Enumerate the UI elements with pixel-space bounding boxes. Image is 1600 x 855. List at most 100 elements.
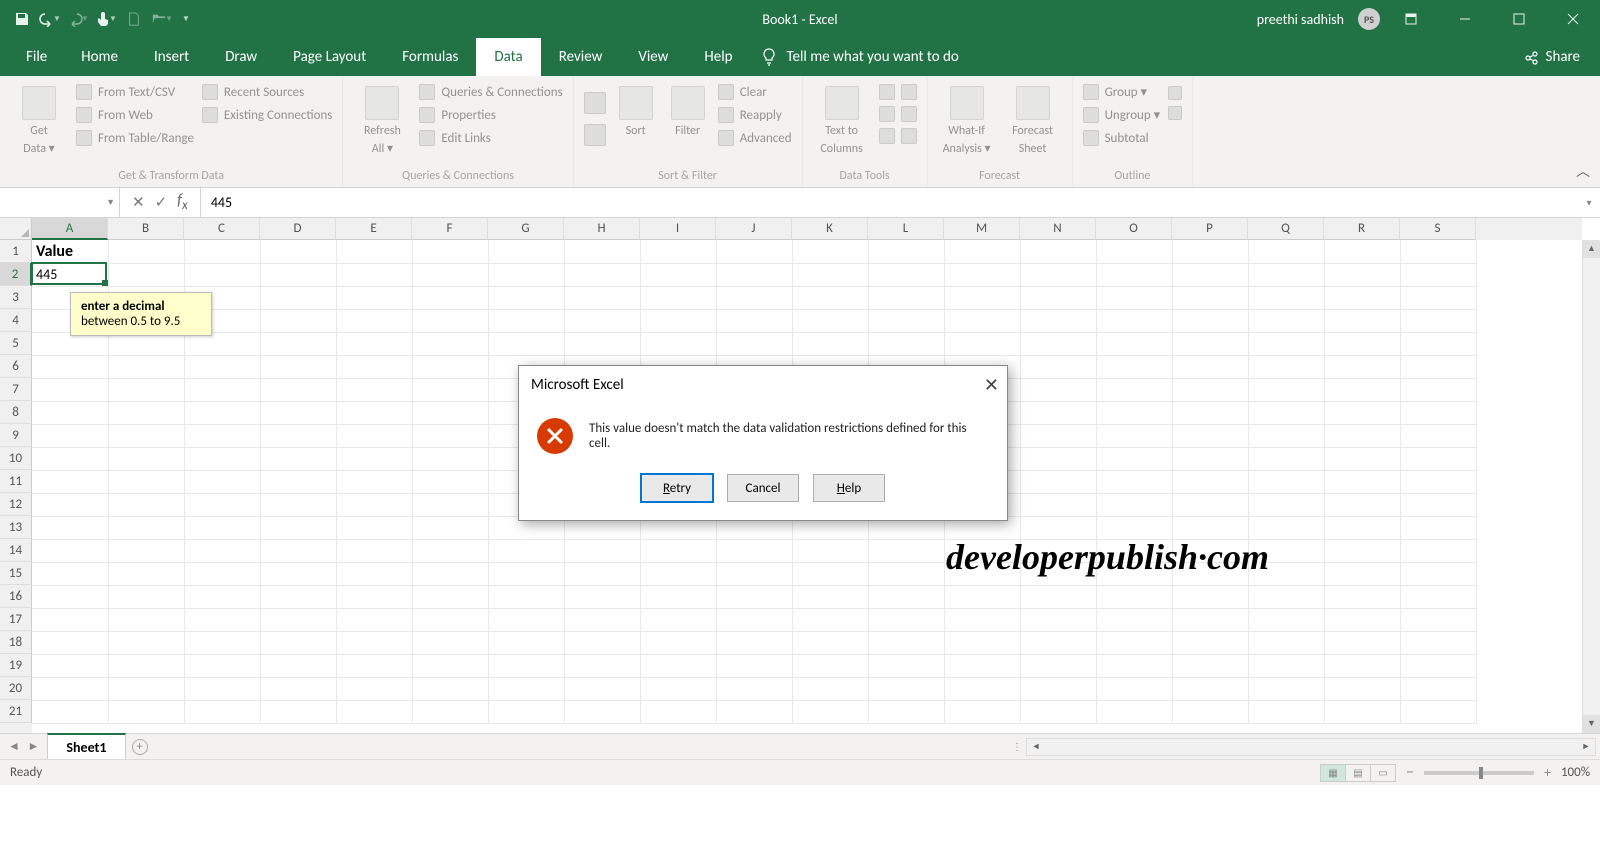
ungroup-button[interactable]: Ungroup ▾ bbox=[1083, 105, 1161, 125]
column-header[interactable]: M bbox=[944, 218, 1020, 240]
tab-data[interactable]: Data bbox=[476, 38, 540, 76]
text-to-columns-button[interactable]: Text toColumns bbox=[813, 82, 871, 157]
refresh-all-button[interactable]: RefreshAll ▾ bbox=[353, 82, 411, 157]
row-header[interactable]: 3 bbox=[0, 286, 32, 309]
tab-page-layout[interactable]: Page Layout bbox=[275, 38, 384, 76]
chevron-down-icon[interactable]: ▼ bbox=[106, 197, 115, 208]
row-header[interactable]: 1 bbox=[0, 240, 32, 263]
new-sheet-button[interactable]: + bbox=[126, 734, 154, 759]
qat-customize-icon[interactable]: ▼ bbox=[182, 14, 190, 24]
vertical-scrollbar[interactable]: ▲ ▼ bbox=[1582, 240, 1600, 733]
row-header[interactable]: 6 bbox=[0, 355, 32, 378]
clear-button[interactable]: Clear bbox=[718, 82, 792, 102]
tab-review[interactable]: Review bbox=[541, 38, 621, 76]
zoom-out-icon[interactable]: − bbox=[1406, 763, 1414, 782]
data-model-icon[interactable] bbox=[901, 128, 917, 144]
row-header[interactable]: 11 bbox=[0, 470, 32, 493]
flash-fill-icon[interactable] bbox=[879, 84, 895, 100]
sort-button[interactable]: Sort bbox=[614, 82, 658, 138]
group-button[interactable]: Group ▾ bbox=[1083, 82, 1161, 102]
redo-icon[interactable]: ▼ bbox=[66, 7, 90, 31]
column-header[interactable]: H bbox=[564, 218, 640, 240]
consolidate-icon[interactable] bbox=[901, 84, 917, 100]
scroll-right-icon[interactable]: ► bbox=[1577, 741, 1595, 752]
tab-view[interactable]: View bbox=[620, 38, 686, 76]
column-header[interactable]: F bbox=[412, 218, 488, 240]
zoom-level[interactable]: 100% bbox=[1561, 765, 1590, 780]
column-header[interactable]: I bbox=[640, 218, 716, 240]
row-header[interactable]: 7 bbox=[0, 378, 32, 401]
get-data-button[interactable]: GetData ▾ bbox=[10, 82, 68, 157]
user-name[interactable]: preethi sadhish bbox=[1257, 11, 1350, 28]
column-header[interactable]: E bbox=[336, 218, 412, 240]
recent-sources-button[interactable]: Recent Sources bbox=[202, 82, 332, 102]
retry-button[interactable]: Retry bbox=[641, 474, 713, 502]
tab-file[interactable]: File bbox=[10, 38, 63, 76]
sort-asc-icon[interactable] bbox=[584, 92, 606, 114]
queries-connections-button[interactable]: Queries & Connections bbox=[419, 82, 562, 102]
column-header[interactable]: N bbox=[1020, 218, 1096, 240]
name-box[interactable]: ▼ bbox=[0, 188, 120, 217]
dialog-close-icon[interactable]: ✕ bbox=[984, 374, 999, 396]
filter-button[interactable]: Filter bbox=[666, 82, 710, 138]
tab-draw[interactable]: Draw bbox=[207, 38, 275, 76]
row-header[interactable]: 20 bbox=[0, 677, 32, 700]
row-header[interactable]: 14 bbox=[0, 539, 32, 562]
show-detail-icon[interactable] bbox=[1168, 86, 1182, 100]
row-header[interactable]: 17 bbox=[0, 608, 32, 631]
save-icon[interactable] bbox=[10, 7, 34, 31]
whatif-button[interactable]: What-IfAnalysis ▾ bbox=[938, 82, 996, 157]
column-header[interactable]: S bbox=[1400, 218, 1476, 240]
expand-formula-icon[interactable]: ▾ bbox=[1578, 188, 1600, 217]
column-header[interactable]: P bbox=[1172, 218, 1248, 240]
column-header[interactable]: A bbox=[32, 218, 108, 240]
column-header[interactable]: D bbox=[260, 218, 336, 240]
column-header[interactable]: C bbox=[184, 218, 260, 240]
zoom-slider[interactable] bbox=[1424, 771, 1534, 775]
data-validation-icon[interactable] bbox=[879, 128, 895, 144]
column-header[interactable]: L bbox=[868, 218, 944, 240]
row-header[interactable]: 2 bbox=[0, 263, 32, 286]
tell-me-search[interactable]: Tell me what you want to do bbox=[761, 38, 959, 76]
undo-icon[interactable]: ▼ bbox=[38, 7, 62, 31]
scroll-down-icon[interactable]: ▼ bbox=[1583, 715, 1600, 733]
column-header[interactable]: G bbox=[488, 218, 564, 240]
column-header[interactable]: J bbox=[716, 218, 792, 240]
help-button[interactable]: Help bbox=[813, 474, 885, 502]
scroll-left-icon[interactable]: ◄ bbox=[1027, 741, 1045, 752]
page-layout-view-icon[interactable]: ▤ bbox=[1345, 764, 1371, 782]
ribbon-display-icon[interactable] bbox=[1388, 0, 1434, 38]
fx-icon[interactable]: fx bbox=[177, 191, 188, 213]
sheet-nav[interactable]: ◄ ► bbox=[0, 734, 47, 759]
row-header[interactable]: 15 bbox=[0, 562, 32, 585]
tab-formulas[interactable]: Formulas bbox=[384, 38, 476, 76]
normal-view-icon[interactable]: ▦ bbox=[1320, 764, 1346, 782]
horizontal-scrollbar[interactable]: ◄ ► bbox=[1026, 738, 1596, 756]
row-header[interactable]: 16 bbox=[0, 585, 32, 608]
column-header[interactable]: O bbox=[1096, 218, 1172, 240]
sheet-tab-active[interactable]: Sheet1 bbox=[47, 733, 125, 759]
user-avatar[interactable]: PS bbox=[1358, 8, 1380, 30]
existing-connections-button[interactable]: Existing Connections bbox=[202, 105, 332, 125]
tab-help[interactable]: Help bbox=[686, 38, 750, 76]
properties-button[interactable]: Properties bbox=[419, 105, 562, 125]
tab-home[interactable]: Home bbox=[63, 38, 136, 76]
edit-links-button[interactable]: Edit Links bbox=[419, 128, 562, 148]
column-header[interactable]: R bbox=[1324, 218, 1400, 240]
row-header[interactable]: 5 bbox=[0, 332, 32, 355]
close-icon[interactable] bbox=[1550, 0, 1596, 38]
share-button[interactable]: Share bbox=[1524, 38, 1600, 76]
enter-formula-icon[interactable]: ✓ bbox=[155, 193, 168, 212]
minimize-icon[interactable] bbox=[1442, 0, 1488, 38]
from-text-csv-button[interactable]: From Text/CSV bbox=[76, 82, 194, 102]
touch-mode-icon[interactable]: ▼ bbox=[94, 7, 118, 31]
scroll-up-icon[interactable]: ▲ bbox=[1583, 240, 1600, 258]
open-icon[interactable]: ▼ bbox=[150, 7, 174, 31]
sort-desc-icon[interactable] bbox=[584, 124, 606, 146]
advanced-button[interactable]: Advanced bbox=[718, 128, 792, 148]
row-header[interactable]: 19 bbox=[0, 654, 32, 677]
reapply-button[interactable]: Reapply bbox=[718, 105, 792, 125]
formula-input[interactable]: 445 bbox=[201, 188, 1578, 217]
row-header[interactable]: 9 bbox=[0, 424, 32, 447]
forecast-sheet-button[interactable]: ForecastSheet bbox=[1004, 82, 1062, 157]
